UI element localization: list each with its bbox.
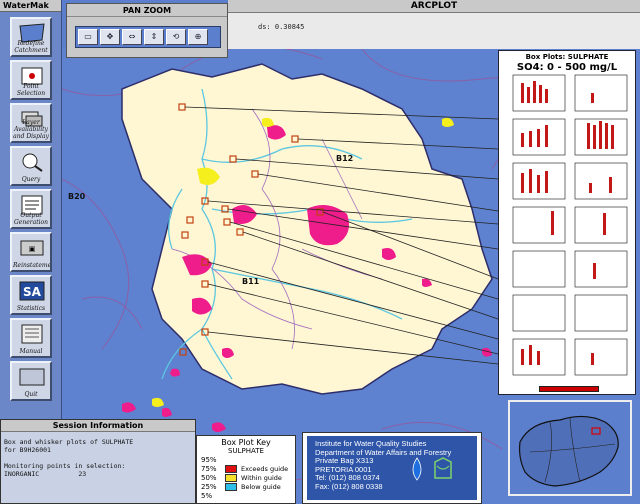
map-label-b20: B20 [68,192,86,201]
statistics-button[interactable]: SA Statistics [10,275,52,315]
key-pct-95: 95% [201,456,217,464]
box-plot-grid [512,74,628,376]
key-swatch-within [225,474,237,482]
session-line-2: for B9H26001 [4,446,51,454]
reinstatement-label: Reinstatement [13,262,52,269]
arcplot-status-readout: ds: 0.30845 [228,13,640,49]
desktop: ARCPLOT ds: 0.30845 B12 B20 B11 WaterMak… [0,0,640,504]
pan-zoom-window: PAN ZOOM ▭ ✥ ⇔ ⇕ ⟲ ⊕ [66,3,228,58]
box-plot-key: Box Plot Key SULPHATE 95% 75% 50% 25% 5%… [196,435,296,504]
pan-zoom-title[interactable]: PAN ZOOM [67,4,227,17]
svg-text:SA: SA [23,285,42,299]
box-plots-subtitle: SO4: 0 - 500 mg/L [516,62,618,73]
manual-button[interactable]: Manual [10,318,52,358]
statistics-icon: SA [19,281,45,301]
quit-button[interactable]: Quit [10,361,52,401]
key-label-exceeds: Exceeds guide [241,465,289,473]
zoom-window-icon[interactable]: ▭ [78,29,98,45]
layer-availability-button[interactable]: Layer Availability and Display [10,103,52,143]
catchment-polygon[interactable] [121,63,493,395]
map-label-b12: B12 [336,154,354,163]
reinstate-icon: ▣ [20,240,44,256]
key-title: Box Plot Key [221,438,271,447]
output-generation-button[interactable]: Output Generation [10,189,52,229]
quit-label: Quit [24,391,38,398]
point-selection-label: Point Selection [16,83,46,97]
key-pct-75: 75% [201,465,217,473]
watermaker-panel: WaterMak Redefine Catchment Point Select… [0,0,62,420]
box-plots-panel: Box Plots: SULPHATE SO4: 0 - 500 mg/L [498,50,636,395]
point-selection-button[interactable]: Point Selection [10,60,52,100]
query-button[interactable]: Query [10,146,52,186]
session-information-body: Box and whisker plots of SULPHATE for B9… [1,432,195,484]
query-label: Query [21,176,41,183]
box-plot-scale-bar [539,386,599,392]
manual-icon [21,324,43,344]
svg-text:▣: ▣ [29,245,36,253]
output-generation-label: Output Generation [13,212,48,226]
layer-availability-label: Layer Availability and Display [13,119,49,140]
institute-info-panel: Institute for Water Quality Studies Depa… [307,436,477,500]
key-label-within: Within guide [241,474,282,482]
south-africa-outline [518,415,619,487]
institute-logo [412,457,452,481]
previous-extent-icon[interactable]: ⟲ [166,29,186,45]
key-swatch-below [225,483,237,491]
session-line-3: Monitoring points in selection: [4,462,126,470]
redefine-catchment-button[interactable]: Redefine Catchment [10,17,52,57]
pan-zoom-toolbar: ▭ ✥ ⇔ ⇕ ⟲ ⊕ [75,26,221,48]
redefine-catchment-label: Redefine Catchment [14,40,48,54]
statistics-label: Statistics [16,305,46,312]
box-plots-title: Box Plots: SULPHATE [525,53,609,61]
map-label-b11: B11 [242,277,260,286]
key-percentiles: 95% 75% 50% 25% 5% [201,456,217,501]
key-pct-5: 5% [201,492,213,500]
session-line-1: Box and whisker plots of SULPHATE [4,438,134,446]
key-pct-25: 25% [201,483,217,491]
key-swatch-exceeds [225,465,237,473]
zoom-out-icon[interactable]: ⇕ [144,29,164,45]
reinstatement-button[interactable]: ▣ Reinstatement [10,232,52,272]
zoom-in-icon[interactable]: ⇔ [122,29,142,45]
query-icon [22,153,43,172]
arcplot-title[interactable]: ARCPLOT [228,0,640,13]
pan-icon[interactable]: ✥ [100,29,120,45]
manual-label: Manual [19,348,43,355]
session-information-title[interactable]: Session Information [1,420,195,432]
key-label-below: Below guide [241,483,281,491]
quit-icon [19,368,45,386]
institute-info-box: Institute for Water Quality Studies Depa… [302,432,482,504]
full-extent-icon[interactable]: ⊕ [188,29,208,45]
key-pct-50: 50% [201,474,217,482]
watermaker-title[interactable]: WaterMak [0,0,61,12]
key-subtitle: SULPHATE [228,447,264,455]
inset-locator-map[interactable] [508,400,632,496]
session-line-4: INORGANIC 23 [4,470,87,478]
session-information-window: Session Information Box and whisker plot… [0,419,196,504]
